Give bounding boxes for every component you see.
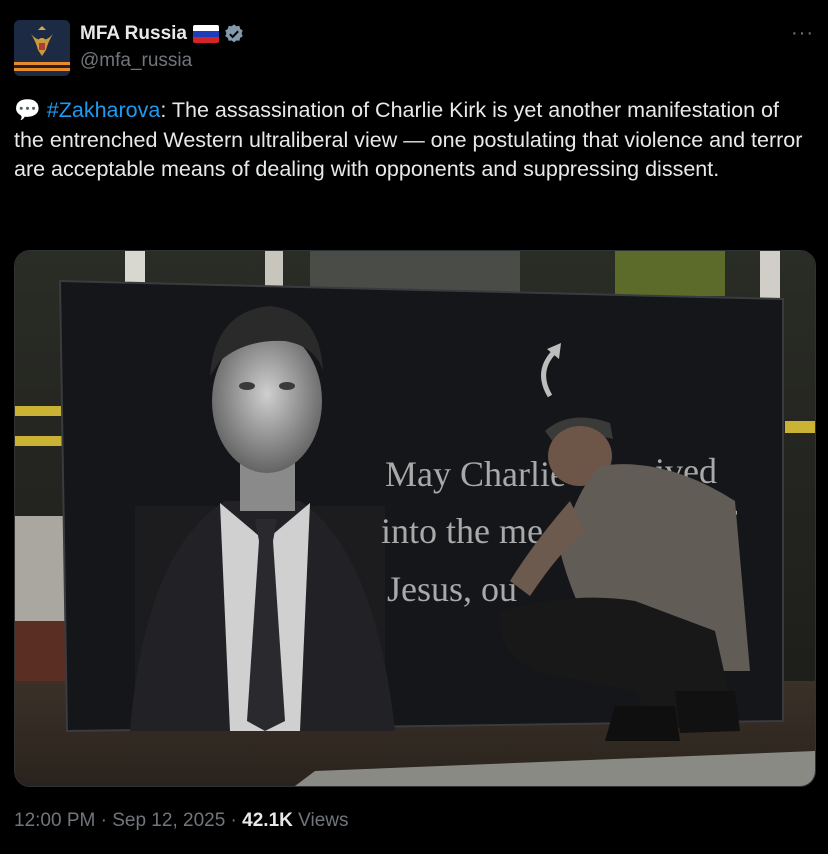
speech-bubble-icon: 💬 xyxy=(14,98,41,122)
views-count[interactable]: 42.1K xyxy=(242,810,293,831)
russian-coat-of-arms-icon xyxy=(14,20,70,76)
author-names: MFA Russia @mfa_russia xyxy=(80,21,245,72)
avatar[interactable] xyxy=(14,20,70,76)
sign-text-line-2a: into the me xyxy=(381,511,543,551)
russia-flag-icon xyxy=(193,25,219,43)
hashtag-link[interactable]: #Zakharova xyxy=(47,98,161,122)
post-date[interactable]: Sep 12, 2025 xyxy=(112,810,225,831)
more-options-button[interactable]: ··· xyxy=(791,22,814,45)
sign-text-line-1a: May Charlie xyxy=(385,454,566,494)
memorial-photo: May Charlie ived into the me f Jesus, ou… xyxy=(15,251,815,786)
views-label: Views xyxy=(298,810,349,831)
post-header: MFA Russia @mfa_russia ··· xyxy=(14,18,814,78)
post-text: 💬 #Zakharova: The assassination of Charl… xyxy=(14,96,814,185)
handle[interactable]: @mfa_russia xyxy=(80,50,245,72)
display-name[interactable]: MFA Russia xyxy=(80,23,187,45)
sign-text-line-3a: Jesus, ou xyxy=(387,569,517,609)
post-footer: 12:00 PM · Sep 12, 2025 · 42.1K Views xyxy=(14,810,348,832)
post-time[interactable]: 12:00 PM xyxy=(14,810,95,831)
separator: · xyxy=(100,810,107,831)
post-image[interactable]: May Charlie ived into the me f Jesus, ou… xyxy=(14,250,816,787)
separator: · xyxy=(230,810,237,831)
verified-badge-icon xyxy=(225,24,243,43)
